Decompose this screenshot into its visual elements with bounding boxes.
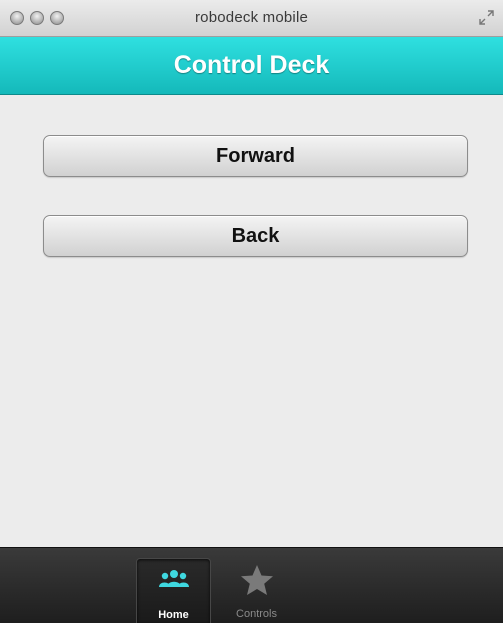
window-titlebar[interactable]: robodeck mobile [0, 0, 503, 37]
people-icon [158, 570, 189, 587]
main-content: Forward Back [0, 95, 503, 547]
fullscreen-icon[interactable] [479, 10, 494, 25]
star-icon [240, 565, 273, 595]
tab-controls-label: Controls [236, 608, 277, 620]
tab-controls[interactable]: Controls [219, 558, 294, 623]
forward-button[interactable]: Forward [43, 135, 468, 177]
app-header: Control Deck [0, 37, 503, 95]
tab-home-label: Home [158, 609, 189, 621]
tab-bar: Home Controls [0, 547, 503, 623]
window-title: robodeck mobile [194, 9, 309, 26]
back-button[interactable]: Back [43, 215, 468, 257]
app-window: robodeck mobile Control Deck Forward Bac… [0, 0, 503, 623]
page-title: Control Deck [173, 51, 330, 79]
tab-home[interactable]: Home [136, 558, 211, 623]
